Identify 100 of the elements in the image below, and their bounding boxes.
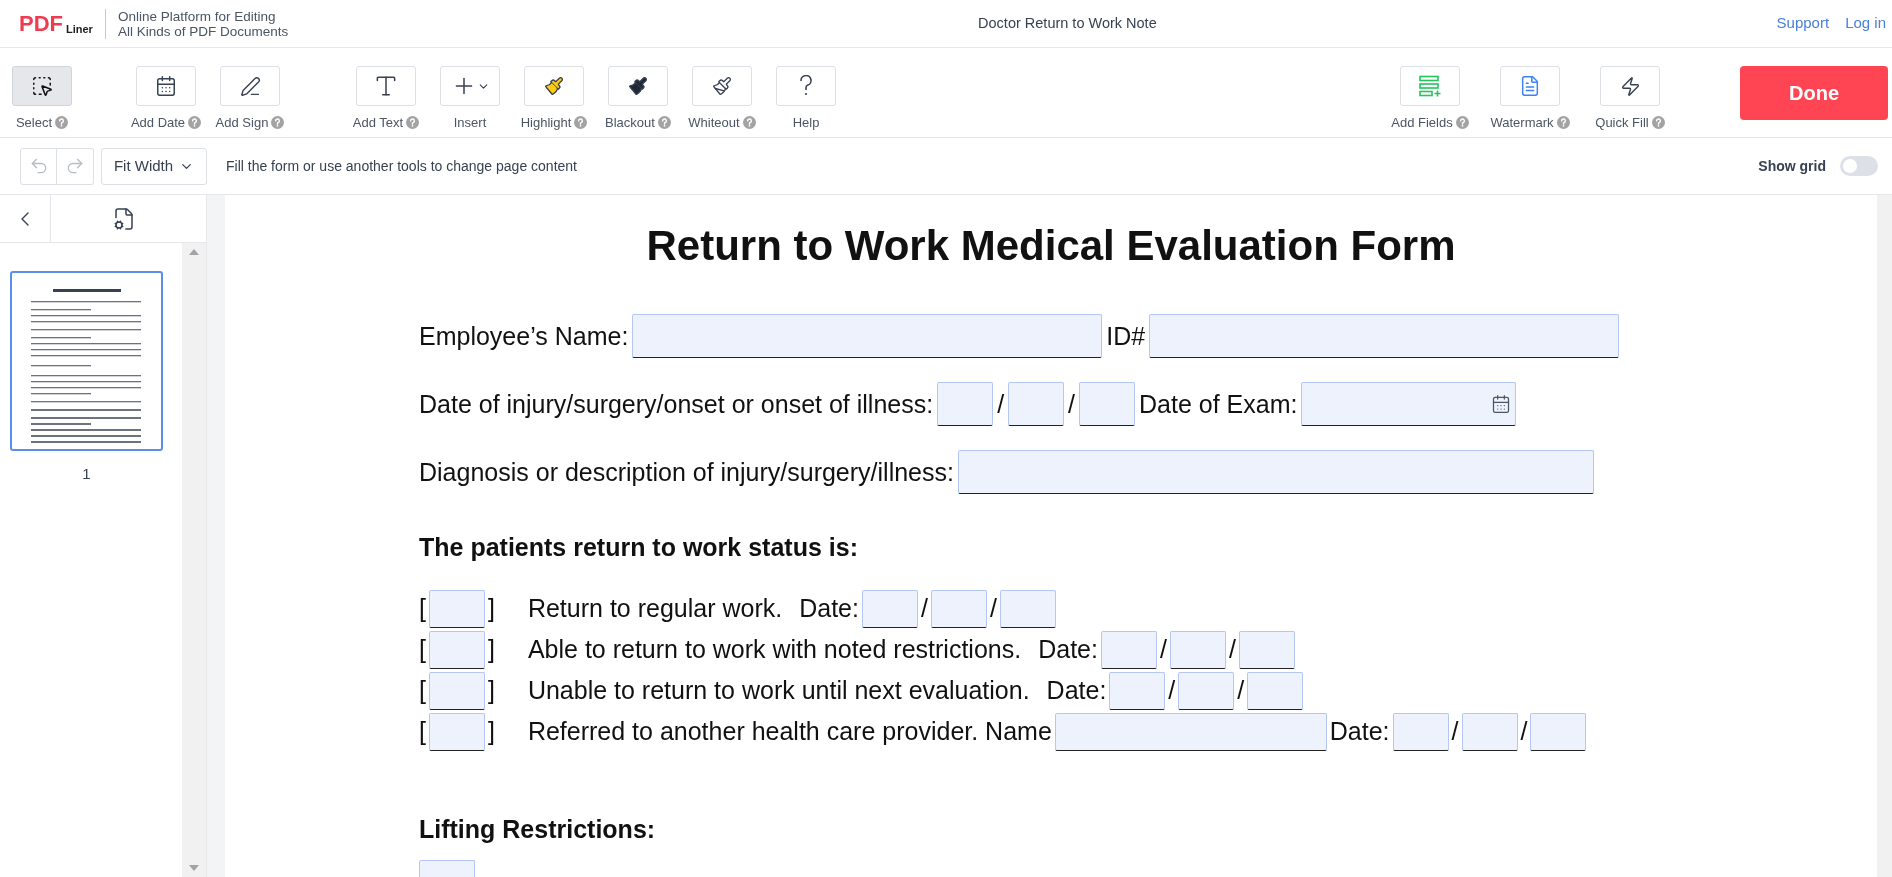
tool-button[interactable]	[12, 66, 72, 106]
form-text: /	[1228, 637, 1236, 662]
redo-icon	[65, 156, 85, 176]
section-heading: The patients return to work status is:	[419, 534, 858, 560]
form-field[interactable]	[1109, 671, 1166, 710]
form-field[interactable]	[428, 589, 485, 628]
form-field[interactable]	[1100, 630, 1157, 669]
form-field[interactable]	[428, 671, 485, 710]
show-grid-label: Show grid	[1758, 156, 1826, 176]
form-field[interactable]	[999, 589, 1056, 628]
hint-text: Fill the form or use another tools to change page content	[226, 156, 577, 176]
date-field[interactable]	[1301, 382, 1517, 426]
form-text: /	[1168, 678, 1176, 703]
bracket-text: ]	[487, 678, 495, 703]
form-field[interactable]	[1392, 712, 1449, 751]
bracket-text: [	[419, 596, 426, 621]
tool-button[interactable]	[608, 66, 668, 106]
form-field[interactable]	[861, 589, 918, 628]
tool-label: Add Fields	[1391, 114, 1453, 132]
brush-icon	[628, 76, 648, 96]
form-text: Return to regular work.	[527, 596, 783, 621]
form-text: /	[1068, 391, 1076, 417]
form-field[interactable]	[937, 382, 994, 426]
form-text: /	[1451, 719, 1459, 744]
form-text: Unable to return to work until next evaluation.	[527, 678, 1030, 703]
header-link[interactable]: Log in	[1845, 12, 1886, 35]
tool-label: Add Date	[130, 114, 186, 132]
form-field[interactable]	[1149, 314, 1620, 358]
show-grid-toggle[interactable]	[1840, 156, 1878, 176]
calendar-icon[interactable]	[1491, 394, 1512, 414]
pen-icon	[239, 75, 261, 97]
form-field[interactable]	[1461, 712, 1518, 751]
form-fields-icon	[1418, 75, 1442, 97]
bracket-text: [	[419, 637, 426, 662]
document-icon	[1519, 75, 1541, 97]
form-field[interactable]	[930, 589, 987, 628]
form-text: /	[1520, 719, 1528, 744]
form-text: /	[1237, 678, 1245, 703]
tool-label: Add Text	[352, 114, 404, 132]
form-text: /	[920, 596, 928, 621]
tool-label: Whiteout	[688, 114, 740, 132]
form-field[interactable]	[1008, 382, 1065, 426]
form-text: Date:	[799, 596, 859, 621]
tool-label: Blackout	[605, 114, 655, 132]
tool-label: Add Sign	[215, 114, 269, 132]
form-field[interactable]	[1079, 382, 1136, 426]
form-field[interactable]	[1169, 630, 1226, 669]
scrollbar[interactable]	[1877, 195, 1892, 877]
done-button[interactable]: Done	[1740, 66, 1888, 120]
logo-text[interactable]: Liner	[66, 23, 93, 35]
tool-label: Highlight	[520, 114, 572, 132]
form-text: Date:	[1038, 637, 1098, 662]
form-text: Employee’s Name:	[419, 323, 629, 349]
tool-label: Select	[15, 114, 53, 132]
form-text: ID#	[1106, 323, 1146, 349]
tool-button[interactable]	[136, 66, 196, 106]
form-field[interactable]	[632, 314, 1103, 358]
tool-button[interactable]	[692, 66, 752, 106]
select-pointer-icon	[31, 75, 53, 97]
form-field[interactable]	[428, 712, 485, 751]
tool-button[interactable]	[1600, 66, 1660, 106]
tool-label: Help	[792, 114, 820, 132]
bracket-text: ]	[487, 637, 495, 662]
brush-icon	[544, 76, 564, 96]
form-field[interactable]	[957, 450, 1594, 494]
form-text: Date of Exam:	[1139, 391, 1298, 417]
zoom-dropdown[interactable]: Fit Width	[101, 147, 207, 185]
tool-button[interactable]	[220, 66, 280, 106]
bracket-text: ]	[487, 596, 495, 621]
lightning-icon	[1619, 75, 1641, 97]
logo-mark[interactable]: PDF	[19, 12, 63, 35]
bracket-text: ]	[487, 719, 495, 744]
form-text: Date:	[1046, 678, 1107, 703]
form-field[interactable]	[1247, 671, 1304, 710]
form-text: /	[1159, 637, 1167, 662]
form-title: Return to Work Medical Evaluation Form	[645, 220, 1457, 271]
form-text: Able to return to work with noted restrictions.	[527, 637, 1022, 662]
form-field[interactable]	[1054, 712, 1327, 751]
bracket-text: [	[419, 678, 426, 703]
form-field[interactable]	[1238, 630, 1295, 669]
tool-label: Quick Fill	[1595, 114, 1649, 132]
header-link[interactable]: Support	[1776, 12, 1830, 35]
tagline-text: Online Platform for Editing	[117, 8, 277, 24]
tool-label: Watermark	[1490, 114, 1554, 132]
form-text: Date:	[1329, 719, 1390, 744]
document-title: Doctor Return to Work Note	[978, 13, 1157, 33]
tagline-text: All Kinds of PDF Documents	[117, 23, 289, 39]
form-field[interactable]	[1178, 671, 1235, 710]
form-text: /	[989, 596, 997, 621]
page-number: 1	[82, 464, 91, 484]
form-field[interactable]	[1530, 712, 1587, 751]
form-text: Diagnosis or description of injury/surgery/illness:	[419, 459, 954, 485]
question-mark-icon	[799, 75, 813, 97]
tool-label: Insert	[453, 114, 487, 132]
form-text: Referred to another health care provider. Name	[527, 719, 1052, 744]
tool-button[interactable]	[524, 66, 584, 106]
bracket-text: [	[419, 719, 426, 744]
form-field[interactable]	[428, 630, 485, 669]
brush-icon	[712, 76, 732, 96]
page-thumbnail[interactable]	[10, 271, 163, 451]
